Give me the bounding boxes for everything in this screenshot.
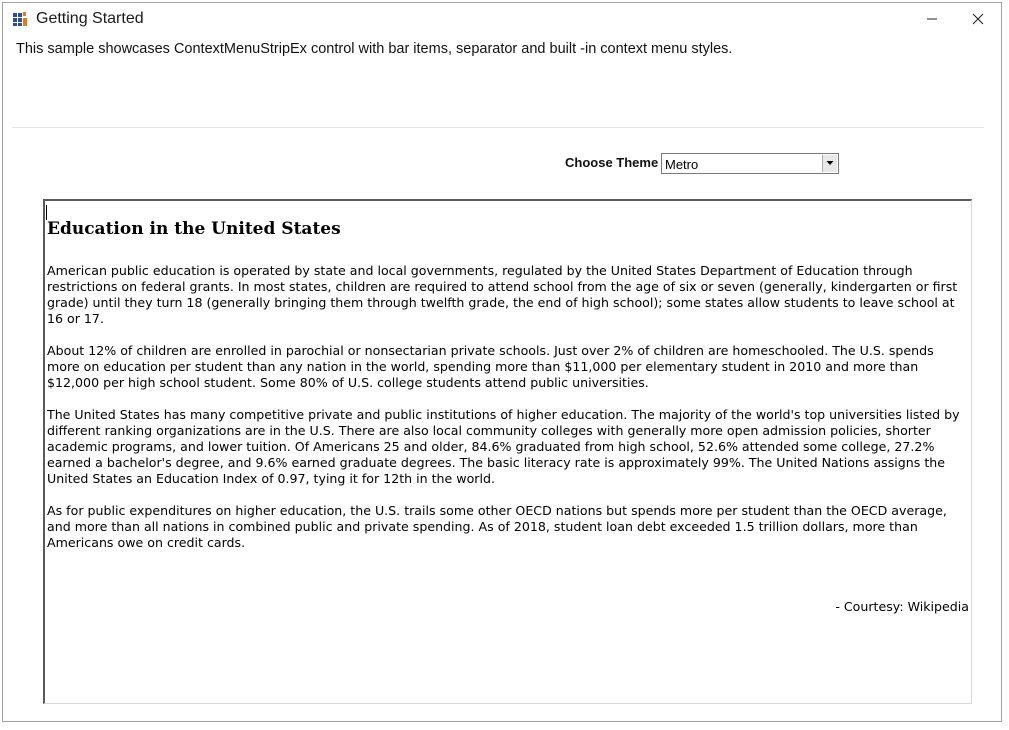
document-paragraph: American public education is operated by… [47, 263, 958, 326]
dropdown-button[interactable] [822, 155, 837, 172]
title-bar[interactable]: Getting Started [3, 3, 1001, 35]
rich-text-box[interactable]: Education in the United States American … [43, 199, 972, 704]
theme-dropdown[interactable]: Metro [661, 153, 839, 174]
document-heading: Education in the United States [47, 219, 341, 239]
document-paragraph: As for public expenditures on higher edu… [47, 503, 947, 550]
sample-description: This sample showcases ContextMenuStripEx… [16, 41, 733, 57]
document-paragraph: The United States has many competitive p… [47, 407, 960, 486]
section-divider [12, 127, 984, 128]
minimize-button[interactable] [909, 3, 955, 35]
document-body: American public education is operated by… [47, 263, 965, 567]
theme-label: Choose Theme [565, 155, 659, 170]
text-caret [46, 205, 47, 220]
courtesy-note: - Courtesy: Wikipedia [835, 599, 969, 614]
close-button[interactable] [955, 3, 1001, 35]
document-paragraph: About 12% of children are enrolled in pa… [47, 343, 934, 390]
chevron-down-icon [826, 161, 834, 165]
minimize-icon [927, 18, 937, 20]
close-icon [972, 13, 984, 25]
app-grid-icon [13, 12, 27, 26]
window-title: Getting Started [36, 10, 144, 27]
theme-selected-value: Metro [665, 157, 699, 172]
main-window: Getting Started This sample showcases Co… [2, 2, 1002, 722]
